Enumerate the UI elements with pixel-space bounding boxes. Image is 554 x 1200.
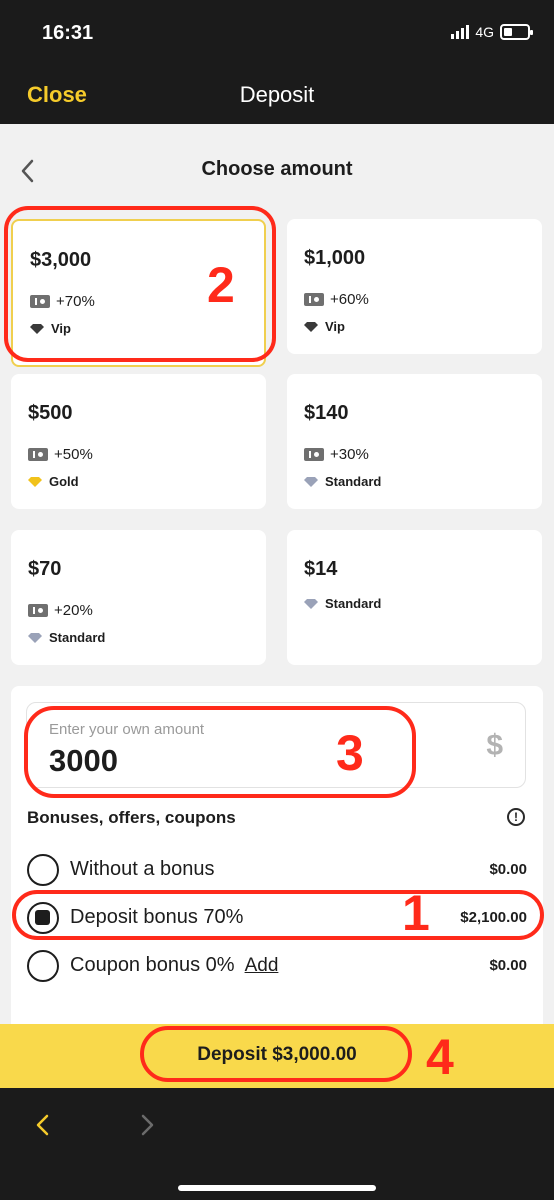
- radio-button[interactable]: [27, 854, 59, 886]
- battery-level: [504, 28, 512, 36]
- status-time: 16:31: [42, 22, 94, 44]
- bonus-option-label: Without a bonus: [70, 858, 215, 880]
- battery-icon: [500, 24, 533, 40]
- amount-input[interactable]: Enter your own amount 3000 $: [26, 702, 526, 788]
- network-type: 4G: [475, 24, 494, 40]
- diamond-icon: [304, 598, 318, 609]
- card-tier-label: Standard: [49, 630, 106, 645]
- card-bonus: +30%: [304, 446, 369, 463]
- bonus-option[interactable]: Coupon bonus 0% Add $0.00: [27, 946, 527, 986]
- card-amount: $14: [304, 558, 338, 580]
- card-tier-label: Gold: [49, 474, 79, 489]
- add-coupon-link[interactable]: Add: [245, 955, 279, 976]
- card-bonus: +50%: [28, 446, 93, 463]
- amount-card[interactable]: $3,000 +70% Vip: [11, 219, 266, 367]
- card-amount: $3,000: [30, 249, 92, 271]
- amount-input-value[interactable]: 3000: [49, 743, 118, 779]
- card-tier-label: Standard: [325, 474, 382, 489]
- diamond-icon: [30, 323, 44, 334]
- deposit-bar: Deposit $3,000.00: [0, 1024, 554, 1088]
- bonus-option[interactable]: Deposit bonus 70% $2,100.00: [27, 898, 527, 938]
- deposit-button[interactable]: Deposit $3,000.00: [0, 1044, 554, 1066]
- forward-arrow-icon[interactable]: [138, 1112, 156, 1138]
- radio-button[interactable]: [27, 902, 59, 934]
- diamond-icon: [28, 476, 42, 487]
- bonus-option-label: Coupon bonus 0%: [70, 954, 235, 976]
- bonus-option-label: Deposit bonus 70%: [70, 906, 244, 928]
- amount-card[interactable]: $500 +50% Gold: [11, 374, 266, 509]
- diamond-icon: [304, 476, 318, 487]
- card-tier-label: Standard: [325, 596, 382, 611]
- bonus-option[interactable]: Without a bonus $0.00: [27, 850, 527, 890]
- ticket-icon: [28, 448, 48, 461]
- bonus-section-heading: Bonuses, offers, coupons: [27, 808, 236, 827]
- card-tier: Gold: [28, 474, 79, 489]
- card-tier-label: Vip: [325, 319, 345, 334]
- card-bonus-text: +20%: [54, 602, 93, 619]
- browser-bottom-bar: [0, 1088, 554, 1200]
- card-tier: Standard: [304, 474, 381, 489]
- card-tier-label: Vip: [51, 321, 71, 336]
- deposit-content: Choose amount $3,000 +70% Vip $1,000 +60% Vip…: [0, 124, 554, 1024]
- amount-card[interactable]: $1,000 +60% Vip: [287, 219, 542, 354]
- card-tier: Standard: [28, 630, 105, 645]
- amount-input-placeholder: Enter your own amount: [49, 721, 205, 738]
- home-indicator: [178, 1185, 376, 1191]
- card-amount: $140: [304, 402, 349, 424]
- status-bar: 16:31 4G: [0, 0, 554, 62]
- bonus-option-label-wrap: Without a bonus: [70, 858, 215, 881]
- bonus-option-amount: $0.00: [489, 957, 527, 974]
- signal-icon: [451, 25, 470, 39]
- card-bonus-text: +50%: [54, 446, 93, 463]
- card-tier: Vip: [304, 319, 345, 334]
- bonus-option-label-wrap: Deposit bonus 70%: [70, 906, 243, 929]
- ticket-icon: [304, 293, 324, 306]
- back-arrow-icon[interactable]: [34, 1112, 52, 1138]
- amount-card[interactable]: $140 +30% Standard: [287, 374, 542, 509]
- ticket-icon: [30, 295, 50, 308]
- navigation-bar: Close Deposit: [0, 62, 554, 124]
- bonus-option-label-wrap: Coupon bonus 0% Add: [70, 954, 278, 977]
- card-bonus: +70%: [30, 293, 95, 310]
- bonus-option-amount: $0.00: [489, 861, 527, 878]
- card-bonus-text: +30%: [330, 446, 369, 463]
- card-amount: $1,000: [304, 247, 366, 269]
- ticket-icon: [304, 448, 324, 461]
- card-bonus: +20%: [28, 602, 93, 619]
- card-amount: $500: [28, 402, 73, 424]
- deposit-form: Enter your own amount 3000 $ Bonuses, of…: [11, 686, 543, 1024]
- amount-card[interactable]: $70 +20% Standard: [11, 530, 266, 665]
- card-amount: $70: [28, 558, 62, 580]
- radio-button[interactable]: [27, 950, 59, 982]
- card-bonus-text: +70%: [56, 293, 95, 310]
- page-title: Choose amount: [201, 158, 353, 180]
- page-header-title: Deposit: [239, 82, 315, 107]
- card-tier: Standard: [304, 596, 381, 611]
- card-bonus-text: +60%: [330, 291, 369, 308]
- info-icon[interactable]: !: [507, 808, 525, 826]
- diamond-icon: [304, 321, 318, 332]
- diamond-icon: [28, 632, 42, 643]
- card-tier: Vip: [30, 321, 71, 336]
- status-indicators: 4G: [451, 24, 533, 40]
- amount-card[interactable]: $14 Standard: [287, 530, 542, 665]
- bonus-option-amount: $2,100.00: [460, 909, 527, 926]
- dollar-icon: $: [486, 729, 503, 762]
- ticket-icon: [28, 604, 48, 617]
- card-bonus: +60%: [304, 291, 369, 308]
